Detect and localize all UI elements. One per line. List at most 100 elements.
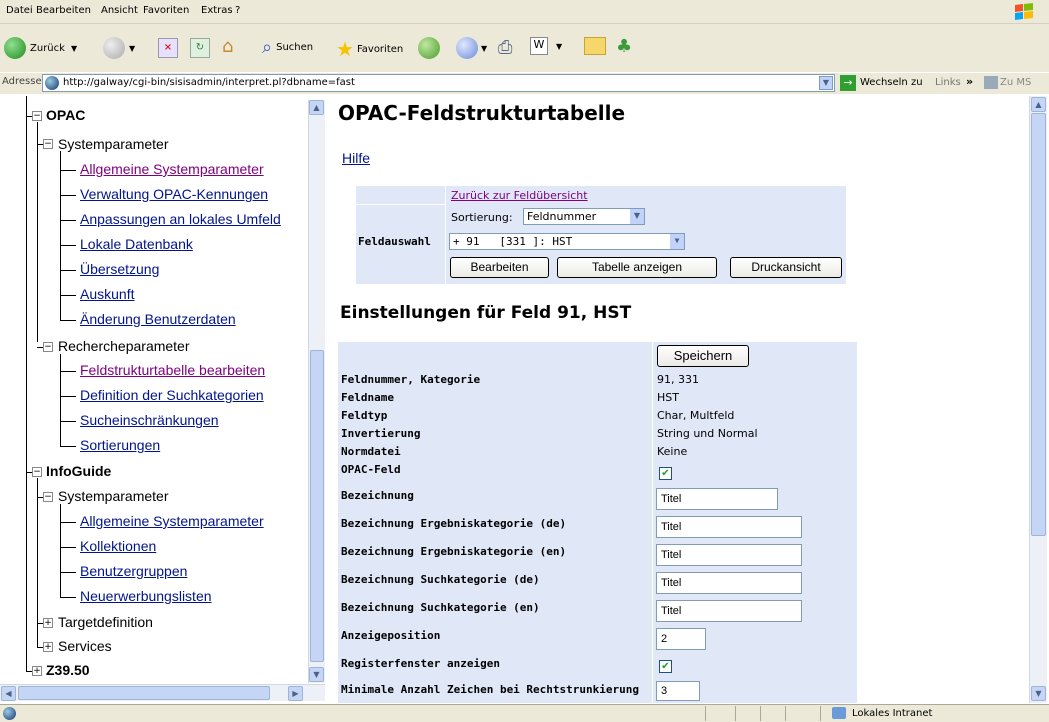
row-label-ergebnis-en: Bezeichnung Ergebniskategorie (en) [341, 545, 567, 558]
go-button[interactable]: Wechseln zu [860, 77, 923, 88]
left-hscroll-thumb[interactable] [18, 686, 270, 700]
row-value-feldname: HST [657, 391, 679, 404]
ergebnis-de-input[interactable]: Titel [656, 516, 802, 538]
printer-icon: ⎙ [498, 37, 513, 58]
tree-infoguide[interactable]: InfoGuide [46, 463, 111, 479]
left-scroll-thumb[interactable] [310, 350, 324, 662]
menu-favoriten[interactable]: Favoriten [143, 5, 189, 16]
tree-item-allgemeine-systemparameter[interactable]: Allgemeine Systemparameter [80, 161, 264, 177]
scroll-up-icon[interactable]: ▲ [309, 100, 324, 115]
field-select[interactable]: + 91 [331 ]: HST ▼ [449, 233, 685, 250]
show-table-button[interactable]: Tabelle anzeigen [557, 257, 717, 278]
tree-item-feldstrukturtabelle[interactable]: Feldstrukturtabelle bearbeiten [80, 362, 265, 378]
bezeichnung-input[interactable]: Titel [656, 488, 778, 510]
zu-ms-icon [984, 76, 998, 89]
expand-services-icon[interactable]: + [43, 642, 53, 652]
tree-targetdefinition[interactable]: Targetdefinition [58, 614, 153, 630]
tree-item-lokale-datenbank[interactable]: Lokale Datenbank [80, 236, 193, 252]
tree-item-definition-suchkategorien[interactable]: Definition der Suchkategorien [80, 387, 264, 403]
tree-ig-systemparameter[interactable]: Systemparameter [58, 488, 168, 504]
menu-ansicht[interactable]: Ansicht [101, 5, 138, 16]
left-vertical-scrollbar[interactable]: ▲ ▼ [308, 100, 325, 683]
messenger-button[interactable]: ♣ [616, 36, 632, 57]
tree-item-verwaltung-opac-kennungen[interactable]: Verwaltung OPAC-Kennungen [80, 186, 268, 202]
scroll-right-icon[interactable]: ▶ [288, 686, 303, 701]
left-horizontal-scrollbar[interactable]: ◀ ▶ [0, 684, 325, 701]
go-arrow-icon[interactable]: → [840, 75, 856, 91]
tree-item-sortierungen[interactable]: Sortierungen [80, 437, 160, 453]
collapse-infoguide-icon[interactable]: − [32, 467, 42, 477]
scroll-left-icon[interactable]: ◀ [1, 686, 16, 701]
scroll-up-icon[interactable]: ▲ [1031, 97, 1046, 112]
menu-extras[interactable]: Extras [201, 5, 233, 16]
collapse-systemparameter-icon[interactable]: − [43, 139, 53, 149]
tree-rechercheparameter[interactable]: Rechercheparameter [58, 338, 190, 354]
back-button[interactable]: Zurück ▼ [4, 37, 77, 59]
links-label[interactable]: Links [935, 77, 961, 88]
registerfenster-checkbox[interactable]: ✔ [659, 660, 672, 673]
print-button[interactable]: ⎙ [498, 37, 512, 58]
home-icon: ⌂ [222, 36, 234, 57]
tree-item-kollektionen[interactable]: Kollektionen [80, 538, 156, 554]
main-scroll-thumb[interactable] [1031, 113, 1046, 536]
collapse-ig-systemparameter-icon[interactable]: − [43, 492, 53, 502]
security-zone-label: Lokales Intranet [852, 708, 933, 719]
opac-feld-checkbox[interactable]: ✔ [659, 467, 672, 480]
links-more-icon[interactable]: » [966, 75, 973, 88]
folder-button[interactable] [584, 37, 606, 55]
menu-help[interactable]: ? [235, 5, 240, 16]
edit-field-button[interactable]: Bearbeiten [450, 257, 549, 278]
refresh-icon: ↻ [190, 38, 210, 58]
address-url: http://galway/cgi-bin/sisisadmin/interpr… [63, 77, 355, 88]
address-dropdown-icon[interactable]: ▼ [819, 76, 833, 90]
favorites-button[interactable]: ★ Favoriten [336, 37, 403, 61]
row-label-feldtyp: Feldtyp [341, 409, 388, 422]
collapse-rechercheparameter-icon[interactable]: − [43, 342, 53, 352]
refresh-button[interactable]: ↻ [190, 38, 210, 58]
search-button[interactable]: ⌕ Suchen [262, 37, 313, 58]
back-to-overview-link[interactable]: Zurück zur Feldübersicht [451, 189, 588, 202]
stop-button[interactable]: × [158, 38, 178, 58]
address-label: Adresse [2, 76, 42, 87]
rechtstrunkierung-input[interactable]: 3 [656, 681, 700, 701]
expand-targetdefinition-icon[interactable]: + [43, 618, 53, 628]
help-link[interactable]: Hilfe [342, 150, 370, 166]
anzeigeposition-input[interactable]: 2 [656, 628, 706, 650]
tree-z3950[interactable]: Z39.50 [46, 662, 90, 678]
home-button[interactable]: ⌂ [222, 37, 244, 57]
scroll-down-icon[interactable]: ▼ [309, 667, 324, 682]
mail-button[interactable]: ▼ [456, 37, 487, 59]
such-en-input[interactable]: Titel [656, 600, 802, 622]
collapse-opac-icon[interactable]: − [32, 111, 42, 121]
forward-button[interactable]: ▼ [103, 37, 135, 59]
tree-item-ig-allgemeine-systemparameter[interactable]: Allgemeine Systemparameter [80, 513, 264, 529]
settings-title: Einstellungen für Feld 91, HST [340, 303, 632, 323]
sort-select[interactable]: Feldnummer ▼ [523, 208, 645, 225]
chevron-down-icon: ▼ [70, 43, 78, 53]
zu-ms-link[interactable]: Zu MS [1000, 77, 1031, 88]
history-button[interactable] [418, 37, 440, 59]
menu-datei[interactable]: Datei [6, 5, 33, 16]
tree-item-sucheinschraenkungen[interactable]: Sucheinschränkungen [80, 412, 219, 428]
print-view-button[interactable]: Druckansicht [730, 257, 842, 278]
edit-button[interactable]: W ▼ [530, 37, 562, 55]
tree-item-benutzergruppen[interactable]: Benutzergruppen [80, 563, 187, 579]
tree-systemparameter[interactable]: Systemparameter [58, 136, 168, 152]
scroll-down-icon[interactable]: ▼ [1031, 686, 1046, 701]
tree-item-auskunft[interactable]: Auskunft [80, 286, 134, 302]
tree-opac[interactable]: OPAC [46, 107, 85, 123]
sort-select-value: Feldnummer [527, 210, 597, 223]
expand-z3950-icon[interactable]: + [32, 666, 42, 676]
address-input[interactable]: http://galway/cgi-bin/sisisadmin/interpr… [42, 74, 835, 92]
tree-services[interactable]: Services [58, 638, 112, 654]
tree-item-anpassungen[interactable]: Anpassungen an lokales Umfeld [80, 211, 281, 227]
ergebnis-en-input[interactable]: Titel [656, 544, 802, 566]
tree-item-neuerwerbungslisten[interactable]: Neuerwerbungslisten [80, 588, 212, 604]
save-button[interactable]: Speichern [657, 345, 749, 367]
such-de-input[interactable]: Titel [656, 572, 802, 594]
main-vertical-scrollbar[interactable]: ▲ ▼ [1029, 96, 1047, 703]
tree-item-uebersetzung[interactable]: Übersetzung [80, 261, 159, 277]
menu-bearbeiten[interactable]: Bearbeiten [36, 5, 91, 16]
chevron-down-icon: ▼ [481, 43, 488, 53]
tree-item-aenderung-benutzerdaten[interactable]: Änderung Benutzerdaten [80, 311, 236, 327]
